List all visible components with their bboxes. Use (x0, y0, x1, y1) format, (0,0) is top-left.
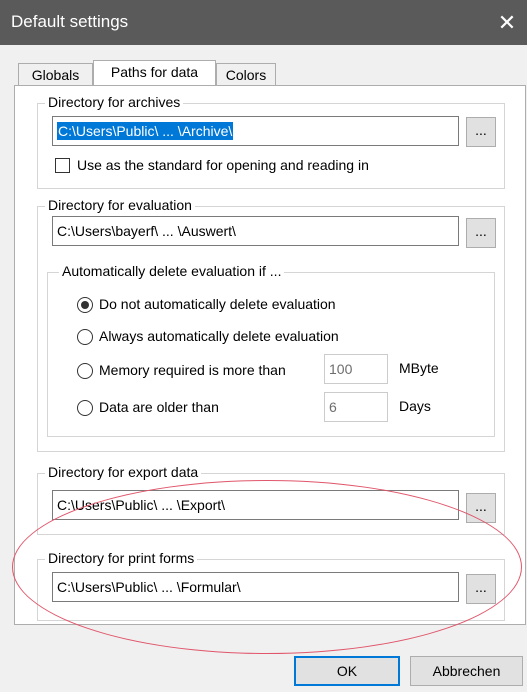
evaluation-browse-button[interactable]: ... (466, 218, 496, 248)
print-forms-path-input[interactable]: C:\Users\Public\ ... \Formular\ (52, 572, 459, 602)
close-icon[interactable]: ✕ (487, 0, 527, 45)
tab-colors[interactable]: Colors (216, 63, 276, 85)
cancel-button[interactable]: Abbrechen (410, 656, 523, 686)
title-bar: Default settings ✕ (0, 0, 527, 45)
radio-no-auto-delete-label: Do not automatically delete evaluation (99, 296, 336, 312)
ok-button[interactable]: OK (294, 656, 400, 686)
archives-browse-button[interactable]: ... (466, 117, 496, 147)
data-age-value: 6 (329, 399, 337, 415)
evaluation-path-input[interactable]: C:\Users\bayerf\ ... \Auswert\ (52, 216, 459, 246)
radio-always-delete-label: Always automatically delete evaluation (99, 328, 339, 344)
memory-limit-value: 100 (329, 361, 353, 377)
radio-data-age-label: Data are older than (99, 399, 219, 415)
tab-paths-for-data[interactable]: Paths for data (93, 60, 216, 85)
print-forms-legend: Directory for print forms (45, 550, 198, 566)
evaluation-legend: Directory for evaluation (45, 197, 195, 213)
radio-selected-dot (81, 301, 89, 309)
print-forms-path-text: C:\Users\Public\ ... \Formular\ (57, 579, 241, 595)
export-path-input[interactable]: C:\Users\Public\ ... \Export\ (52, 490, 459, 520)
memory-limit-unit: MByte (399, 360, 439, 376)
archives-legend: Directory for archives (45, 94, 184, 110)
radio-memory-limit[interactable] (77, 363, 93, 379)
window-title: Default settings (11, 12, 129, 31)
export-browse-button[interactable]: ... (466, 493, 496, 523)
archives-standard-checkbox[interactable] (55, 158, 70, 173)
radio-data-age[interactable] (77, 400, 93, 416)
evaluation-path-text: C:\Users\bayerf\ ... \Auswert\ (57, 223, 236, 239)
data-age-input[interactable]: 6 (324, 392, 388, 422)
tab-panel-paths: Directory for archives C:\Users\Public\ … (14, 85, 526, 625)
export-path-text: C:\Users\Public\ ... \Export\ (57, 497, 226, 513)
print-forms-browse-button[interactable]: ... (466, 574, 496, 604)
export-legend: Directory for export data (45, 464, 202, 480)
archives-path-text: C:\Users\Public\ ... \Archive\ (57, 122, 234, 140)
data-age-unit: Days (399, 398, 431, 414)
radio-always-delete[interactable] (77, 329, 93, 345)
radio-memory-limit-label: Memory required is more than (99, 362, 286, 378)
archives-path-input[interactable]: C:\Users\Public\ ... \Archive\ (52, 116, 459, 146)
radio-no-auto-delete[interactable] (77, 297, 93, 313)
memory-limit-input[interactable]: 100 (324, 354, 388, 384)
auto-delete-legend: Automatically delete evaluation if ... (59, 263, 285, 279)
archives-standard-label: Use as the standard for opening and read… (77, 157, 369, 173)
tab-globals[interactable]: Globals (18, 63, 93, 85)
